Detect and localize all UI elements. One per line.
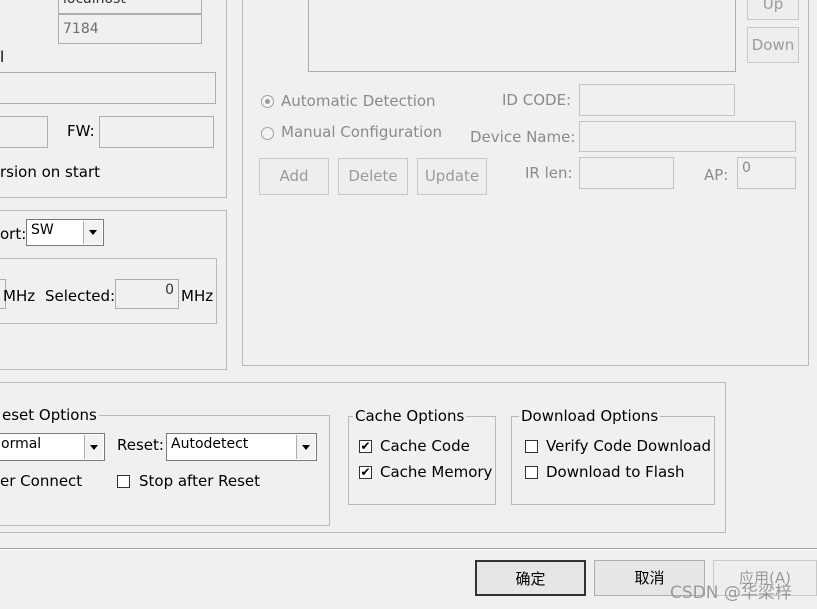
stop-after-reset-checkbox[interactable]	[117, 475, 130, 488]
reset-options-group	[0, 415, 330, 526]
automatic-detection-radio[interactable]	[261, 95, 274, 108]
serial-number-field	[0, 72, 216, 104]
reset-options-title: eset Options	[0, 406, 99, 424]
cache-options-title: Cache Options	[353, 407, 467, 425]
cache-code-checkbox[interactable]: ✔	[359, 440, 372, 453]
port-label: ort:	[0, 225, 27, 243]
reset-after-connect-label: er Connect	[0, 472, 83, 490]
port-number-field: 7184	[58, 14, 202, 44]
connect-mode-select[interactable]: ormal	[0, 433, 105, 461]
ok-button[interactable]: 确定	[475, 560, 586, 596]
id-code-label: ID CODE:	[502, 91, 572, 109]
watermark: CSDN @华梁梓	[670, 583, 792, 603]
device-chain-list[interactable]	[308, 0, 736, 72]
fw-version-field	[99, 116, 214, 148]
ir-len-field[interactable]	[579, 157, 674, 189]
port-select[interactable]: SW	[26, 219, 104, 246]
ir-len-label: IR len:	[525, 164, 573, 182]
verify-code-download-checkbox[interactable]	[525, 440, 538, 453]
move-down-button[interactable]: Down	[747, 27, 799, 63]
update-device-button[interactable]: Update	[417, 158, 487, 195]
reset-label: Reset:	[117, 436, 164, 454]
dialog-separator-highlight	[0, 549, 817, 550]
reset-type-select[interactable]: Autodetect	[166, 433, 317, 461]
move-up-button[interactable]: Up	[747, 0, 799, 20]
download-to-flash-label: Download to Flash	[546, 463, 685, 481]
device-name-field[interactable]	[579, 121, 796, 152]
manual-configuration-radio[interactable]	[261, 127, 274, 140]
host-field: localhost	[58, 0, 202, 14]
check-version-on-start-label: rsion on start	[0, 163, 100, 181]
chevron-down-icon[interactable]	[296, 435, 315, 459]
cache-code-label: Cache Code	[380, 437, 470, 455]
fw-label: FW:	[67, 122, 95, 140]
cache-memory-label: Cache Memory	[380, 463, 493, 481]
connect-mode-value: ormal	[1, 436, 42, 452]
delete-device-button[interactable]: Delete	[338, 158, 408, 195]
stop-after-reset-label: Stop after Reset	[139, 472, 261, 490]
chevron-down-icon[interactable]	[83, 221, 102, 244]
ap-field[interactable]: 0	[737, 157, 796, 189]
download-to-flash-checkbox[interactable]	[525, 466, 538, 479]
automatic-detection-label: Automatic Detection	[281, 92, 436, 110]
reset-type-value: Autodetect	[171, 436, 249, 452]
id-code-field[interactable]	[579, 84, 735, 116]
download-options-group	[511, 416, 715, 505]
selected-speed-field: 0	[115, 279, 179, 309]
port-select-value: SW	[31, 222, 54, 238]
mhz-label: MHz	[3, 287, 36, 305]
ap-label: AP:	[704, 166, 729, 184]
cache-options-group	[348, 416, 496, 505]
hw-version-field	[0, 116, 48, 148]
cache-memory-checkbox[interactable]: ✔	[359, 466, 372, 479]
device-name-label: Device Name:	[470, 128, 576, 146]
partial-label-l: l	[0, 48, 5, 66]
selected-mhz-label: MHz	[181, 287, 214, 305]
manual-configuration-label: Manual Configuration	[281, 123, 443, 141]
verify-code-download-label: Verify Code Download	[546, 437, 712, 455]
add-device-button[interactable]: Add	[259, 158, 329, 195]
chevron-down-icon[interactable]	[84, 435, 103, 459]
selected-label: Selected:	[45, 287, 116, 305]
download-options-title: Download Options	[519, 407, 661, 425]
